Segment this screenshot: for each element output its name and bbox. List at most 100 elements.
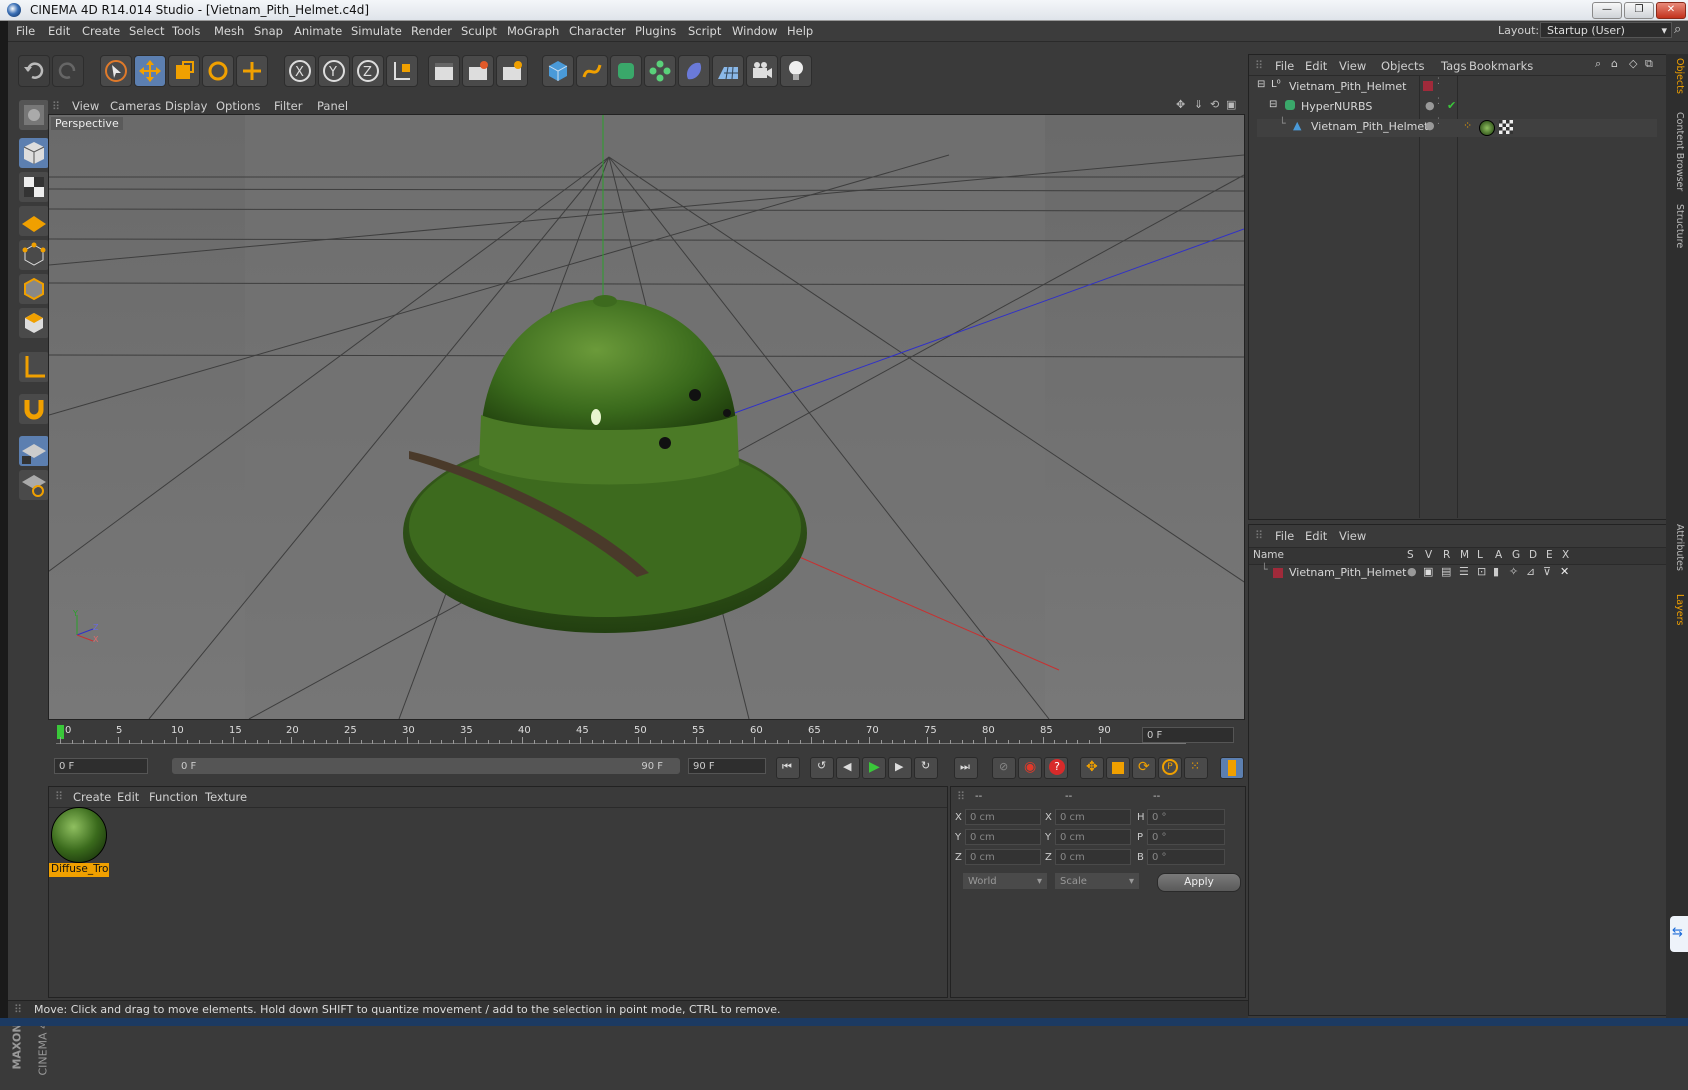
- column-xref[interactable]: X: [1562, 549, 1569, 561]
- menu-help[interactable]: Help: [787, 24, 813, 38]
- material-menu-function[interactable]: Function: [149, 790, 198, 804]
- next-frame-button[interactable]: ▶: [888, 757, 912, 779]
- column-locked[interactable]: L: [1477, 549, 1483, 561]
- search-icon[interactable]: ⌕: [1674, 22, 1681, 37]
- menu-simulate[interactable]: Simulate: [351, 24, 402, 38]
- menu-select[interactable]: Select: [129, 24, 164, 38]
- menu-sculpt[interactable]: Sculpt: [461, 24, 497, 38]
- menu-snap[interactable]: Snap: [254, 24, 283, 38]
- material-menu-edit[interactable]: Edit: [117, 790, 139, 804]
- goto-end-button[interactable]: ⏭: [954, 757, 978, 779]
- render-picture-viewer-button[interactable]: [462, 55, 494, 87]
- minimize-button[interactable]: —: [1592, 2, 1622, 19]
- menu-animate[interactable]: Animate: [294, 24, 342, 38]
- rotate-tool-button[interactable]: [202, 55, 234, 87]
- lock-icon[interactable]: ⊡: [1477, 565, 1486, 578]
- render-view-button[interactable]: [428, 55, 460, 87]
- tab-structure[interactable]: Structure: [1669, 204, 1685, 248]
- size-x-field[interactable]: 0 cm: [1055, 809, 1131, 825]
- add-scene-button[interactable]: [712, 55, 744, 87]
- visibility-dots-icon[interactable]: ⁚: [1437, 77, 1440, 87]
- layer-color-swatch[interactable]: [1273, 568, 1283, 578]
- coordinate-system-select[interactable]: World ▾: [963, 873, 1047, 889]
- menu-render[interactable]: Render: [411, 24, 452, 38]
- search-icon[interactable]: ⌕: [1595, 57, 1601, 71]
- rot-b-field[interactable]: 0 °: [1147, 849, 1225, 865]
- menu-mesh[interactable]: Mesh: [214, 24, 244, 38]
- coordinate-system-button[interactable]: [386, 55, 418, 87]
- viewport-menu-view[interactable]: View: [72, 99, 99, 113]
- tab-content-browser[interactable]: Content Browser: [1669, 112, 1685, 191]
- size-z-field[interactable]: 0 cm: [1055, 849, 1131, 865]
- menu-script[interactable]: Script: [688, 24, 721, 38]
- layer-name[interactable]: Vietnam_Pith_Helmet: [1289, 566, 1406, 579]
- points-mode-button[interactable]: [19, 240, 49, 270]
- objects-menu-view[interactable]: View: [1339, 59, 1366, 73]
- prev-key-button[interactable]: ↺: [810, 757, 834, 779]
- column-generators[interactable]: G: [1512, 549, 1520, 561]
- phong-tag-icon[interactable]: ⁘: [1463, 119, 1472, 132]
- new-window-icon[interactable]: ⧉: [1645, 57, 1653, 71]
- tab-objects[interactable]: Objects: [1669, 58, 1685, 94]
- parameter-key-button[interactable]: P: [1158, 757, 1182, 779]
- deformer-icon[interactable]: ⊿: [1526, 565, 1535, 578]
- close-button[interactable]: ✕: [1656, 2, 1686, 19]
- point-level-key-button[interactable]: ⁙: [1184, 757, 1208, 779]
- maximize-view-icon[interactable]: ▣: [1226, 98, 1236, 111]
- size-mode-select[interactable]: Scale ▾: [1055, 873, 1139, 889]
- menu-window[interactable]: Window: [732, 24, 777, 38]
- polygons-mode-button[interactable]: [19, 308, 49, 338]
- restore-button[interactable]: ❐: [1624, 2, 1654, 19]
- column-deformers[interactable]: D: [1529, 549, 1537, 561]
- material-thumbnail[interactable]: Diffuse_Tro: [49, 787, 111, 897]
- rot-p-field[interactable]: 0 °: [1147, 829, 1225, 845]
- uvw-tag-icon[interactable]: [1499, 120, 1513, 134]
- render-icon[interactable]: ▤: [1441, 565, 1451, 578]
- objects-menu-tags[interactable]: Tags: [1441, 59, 1466, 73]
- pos-x-field[interactable]: 0 cm: [965, 809, 1041, 825]
- column-name[interactable]: Name: [1253, 549, 1284, 561]
- collapse-toggle-icon[interactable]: ⊟: [1269, 99, 1277, 110]
- manager-icon[interactable]: ☰: [1459, 565, 1469, 578]
- tab-attributes[interactable]: Attributes: [1669, 524, 1685, 571]
- timeline-window-button[interactable]: [1220, 757, 1244, 779]
- material-tag-icon[interactable]: [1479, 120, 1495, 136]
- visibility-dots-icon[interactable]: ⁚: [1437, 97, 1440, 107]
- column-solo[interactable]: S: [1407, 549, 1414, 561]
- model-mode-button[interactable]: [19, 138, 49, 168]
- play-button[interactable]: ▶: [862, 757, 886, 779]
- menu-edit[interactable]: Edit: [48, 24, 70, 38]
- object-row-root[interactable]: ⊟ L⁰ Vietnam_Pith_Helmet ⁚: [1257, 77, 1657, 97]
- size-y-field[interactable]: 0 cm: [1055, 829, 1131, 845]
- planar-workplane-button[interactable]: [19, 470, 49, 500]
- menu-tools[interactable]: Tools: [172, 24, 200, 38]
- perspective-viewport[interactable]: Perspective Y Z X: [48, 114, 1245, 720]
- y-axis-lock-button[interactable]: Y: [318, 55, 350, 87]
- menu-file[interactable]: File: [16, 24, 35, 38]
- record-active-button[interactable]: ⊘: [992, 757, 1016, 779]
- edges-mode-button[interactable]: [19, 274, 49, 304]
- move-tool-button[interactable]: [134, 55, 166, 87]
- workplane-lock-button[interactable]: [19, 436, 49, 466]
- viewport-menu-cameras[interactable]: Cameras: [110, 99, 161, 113]
- object-row-mesh[interactable]: └ ▲ Vietnam_Pith_Helmet ● ⁚ ⁘: [1257, 117, 1657, 137]
- redo-button[interactable]: [52, 55, 84, 87]
- rot-h-field[interactable]: 0 °: [1147, 809, 1225, 825]
- add-spline-button[interactable]: [576, 55, 608, 87]
- timeline-ruler[interactable]: 0 5 10 15 20 25 30 35 40 45 50 55 60 65 …: [48, 723, 1244, 751]
- viewport-menu-filter[interactable]: Filter: [274, 99, 302, 113]
- column-animation[interactable]: A: [1495, 549, 1502, 561]
- autokey-button[interactable]: ◉: [1018, 757, 1042, 779]
- rotate-view-icon[interactable]: ⟲: [1210, 98, 1219, 111]
- goto-start-button[interactable]: ⏮: [776, 757, 800, 779]
- texture-mode-button[interactable]: [19, 172, 49, 202]
- animation-icon[interactable]: ▮: [1493, 565, 1499, 578]
- expression-icon[interactable]: ⊽: [1543, 565, 1551, 578]
- collapse-toggle-icon[interactable]: ⊟: [1257, 79, 1265, 90]
- pos-y-field[interactable]: 0 cm: [965, 829, 1041, 845]
- prev-frame-button[interactable]: ◀: [836, 757, 860, 779]
- collapse-icon[interactable]: ◇: [1629, 57, 1637, 70]
- pan-view-icon[interactable]: ✥: [1176, 98, 1185, 111]
- menu-create[interactable]: Create: [82, 24, 120, 38]
- keyframe-selection-button[interactable]: ?: [1044, 757, 1068, 779]
